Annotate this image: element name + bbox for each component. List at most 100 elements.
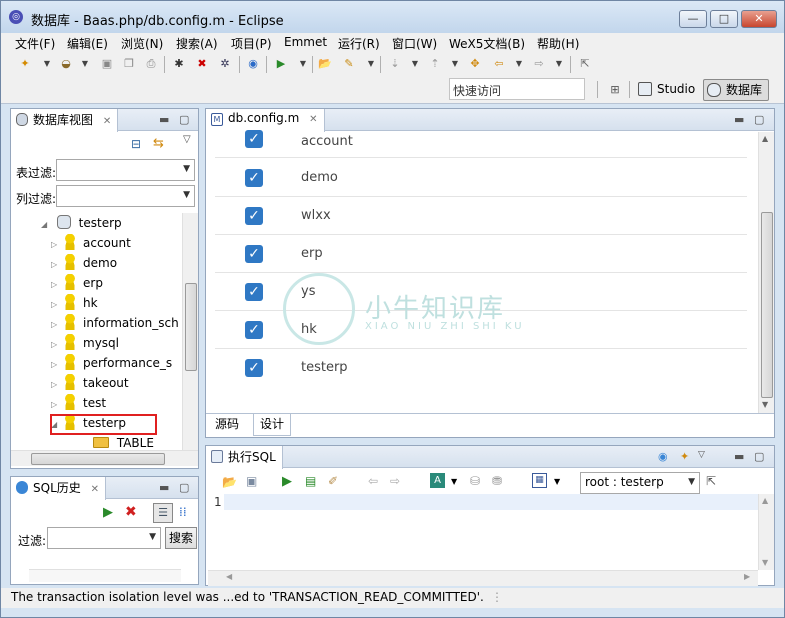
tree-item[interactable]: ▷ performance_s <box>51 353 172 373</box>
close-tab-icon[interactable]: ✕ <box>103 116 111 127</box>
history-icon[interactable]: ◉ <box>658 450 668 463</box>
format-icon[interactable]: A <box>430 473 445 488</box>
check-icon[interactable]: ✓ <box>245 169 263 187</box>
table-filter-combo[interactable]: ▼ <box>56 159 195 181</box>
collapse-all-icon[interactable]: ⊟ <box>131 137 141 151</box>
tree-item[interactable]: ▷ erp <box>51 273 103 293</box>
sql-editor[interactable]: 1 <box>208 494 758 570</box>
scrollbar-thumb[interactable] <box>761 212 773 398</box>
next-annotation-dropdown-icon[interactable]: ▼ <box>407 56 423 72</box>
minimize-view-icon[interactable]: ▬ <box>734 450 744 463</box>
maximize-view-icon[interactable]: ▢ <box>179 481 189 494</box>
close-button[interactable]: ✕ <box>741 10 777 28</box>
open-folder-icon[interactable]: 📂 <box>317 56 333 72</box>
bowl-dropdown-icon[interactable]: ▼ <box>77 56 93 72</box>
menu-file[interactable]: 文件(F) <box>15 35 55 52</box>
menu-edit[interactable]: 编辑(E) <box>67 35 108 52</box>
minimize-button[interactable]: — <box>679 10 707 28</box>
perspective-database[interactable]: 数据库 <box>703 79 770 101</box>
scroll-down-icon[interactable]: ▼ <box>762 558 768 567</box>
tree-item[interactable]: ▷ test <box>51 393 106 413</box>
menu-window[interactable]: 窗口(W) <box>392 35 437 52</box>
column-filter-combo[interactable]: ▼ <box>56 185 195 207</box>
list-item[interactable]: ✓ demo <box>215 159 747 197</box>
forward-icon[interactable]: ⇨ <box>531 56 547 72</box>
sql-horizontal-scrollbar[interactable]: ◀ ▶ <box>208 570 758 586</box>
new-icon[interactable]: ✦ <box>17 56 33 72</box>
menu-emmet[interactable]: Emmet <box>284 35 327 49</box>
back-dropdown-icon[interactable]: ▼ <box>511 56 527 72</box>
tab-design[interactable]: 设计 <box>253 414 292 436</box>
link-editor-icon[interactable]: ⇆ <box>153 136 164 151</box>
execute-script-icon[interactable]: ▤ <box>305 474 316 488</box>
delete-icon[interactable]: ✖ <box>125 504 137 520</box>
new-sql-icon[interactable]: ✦ <box>680 450 689 463</box>
skip-breakpoints-icon[interactable]: ✖ <box>194 56 210 72</box>
detail-view-icon[interactable]: ⁞⁞ <box>179 505 187 519</box>
tree-item[interactable]: ▷ information_sch <box>51 313 179 333</box>
view-menu-icon[interactable]: ▽ <box>183 134 191 145</box>
maximize-editor-icon[interactable]: ▢ <box>754 113 764 126</box>
clear-icon[interactable]: ✐ <box>328 474 338 488</box>
list-item[interactable]: ✓ erp <box>215 235 747 273</box>
run-dropdown-icon[interactable]: ▼ <box>295 56 311 72</box>
minimize-view-icon[interactable]: ▬ <box>159 481 169 494</box>
quick-access-field[interactable]: 快速访问 <box>449 78 585 100</box>
redo-icon[interactable]: ⇨ <box>390 474 400 488</box>
open-file-icon[interactable]: 📂 <box>222 475 237 489</box>
grid-dropdown-icon[interactable]: ▼ <box>554 477 560 486</box>
check-icon[interactable]: ✓ <box>245 245 263 263</box>
tree-item[interactable]: ▷ demo <box>51 253 117 273</box>
step-icon[interactable]: ◉ <box>245 56 261 72</box>
scrollbar-thumb[interactable] <box>185 283 197 371</box>
check-icon[interactable]: ✓ <box>245 207 263 225</box>
execute-icon[interactable]: ▶ <box>282 474 292 489</box>
prev-annotation-icon[interactable]: ⇡ <box>427 56 443 72</box>
menu-navigate[interactable]: 浏览(N) <box>121 35 163 52</box>
menu-project[interactable]: 项目(P) <box>231 35 272 52</box>
save-icon[interactable]: ▣ <box>246 474 257 488</box>
menu-help[interactable]: 帮助(H) <box>537 35 579 52</box>
tab-source[interactable]: 源码 <box>209 414 245 436</box>
check-icon[interactable]: ✓ <box>245 321 263 339</box>
pen-icon[interactable]: ✎ <box>341 56 357 72</box>
maximize-button[interactable]: □ <box>710 10 738 28</box>
search-button[interactable]: 搜索 <box>165 527 197 549</box>
scroll-up-icon[interactable]: ▲ <box>762 496 768 505</box>
new-dropdown-icon[interactable]: ▼ <box>39 56 55 72</box>
menu-wex5-docs[interactable]: WeX5文档(B) <box>449 35 525 52</box>
tab-execute-sql[interactable]: 执行SQL <box>206 446 283 469</box>
new-connection-icon[interactable]: ⇱ <box>706 474 716 488</box>
next-annotation-icon[interactable]: ⇣ <box>387 56 403 72</box>
maximize-view-icon[interactable]: ▢ <box>754 450 764 463</box>
tree-item[interactable]: ▷ account <box>51 233 131 253</box>
commit-icon[interactable]: ⛁ <box>470 474 480 488</box>
perspective-studio[interactable]: Studio <box>635 79 701 101</box>
format-dropdown-icon[interactable]: ▼ <box>451 477 457 486</box>
list-item[interactable]: ✓ account <box>215 124 747 158</box>
scroll-left-icon[interactable]: ◀ <box>226 572 232 581</box>
print-icon[interactable]: ⎙ <box>143 56 159 72</box>
back-icon[interactable]: ⇦ <box>491 56 507 72</box>
tab-database-view[interactable]: 数据库视图 ✕ <box>11 109 119 132</box>
minimize-view-icon[interactable]: ▬ <box>159 113 169 126</box>
maximize-view-icon[interactable]: ▢ <box>179 113 189 126</box>
tree-root[interactable]: ◢ testerp <box>41 213 122 233</box>
sql-vertical-scrollbar[interactable]: ▲ ▼ <box>758 494 774 570</box>
view-menu-icon[interactable]: ▽ <box>698 450 705 460</box>
list-item[interactable]: ✓ wlxx <box>215 197 747 235</box>
check-icon[interactable]: ✓ <box>245 283 263 301</box>
history-list[interactable] <box>29 569 181 582</box>
tree-vertical-scrollbar[interactable] <box>182 213 198 450</box>
pen-dropdown-icon[interactable]: ▼ <box>363 56 379 72</box>
forward-dropdown-icon[interactable]: ▼ <box>551 56 567 72</box>
scroll-down-icon[interactable]: ▼ <box>762 400 768 409</box>
close-tab-icon[interactable]: ✕ <box>91 484 99 495</box>
tree-item[interactable]: ▷ takeout <box>51 373 129 393</box>
connection-combo[interactable]: root : testerp ▼ <box>580 472 700 494</box>
undo-icon[interactable]: ⇦ <box>368 474 378 488</box>
tree-child-table[interactable]: TABLE <box>93 433 154 450</box>
open-perspective-icon[interactable]: ⊞ <box>607 82 623 98</box>
save-icon[interactable]: ▣ <box>99 56 115 72</box>
debug-icon[interactable]: ✱ <box>171 56 187 72</box>
